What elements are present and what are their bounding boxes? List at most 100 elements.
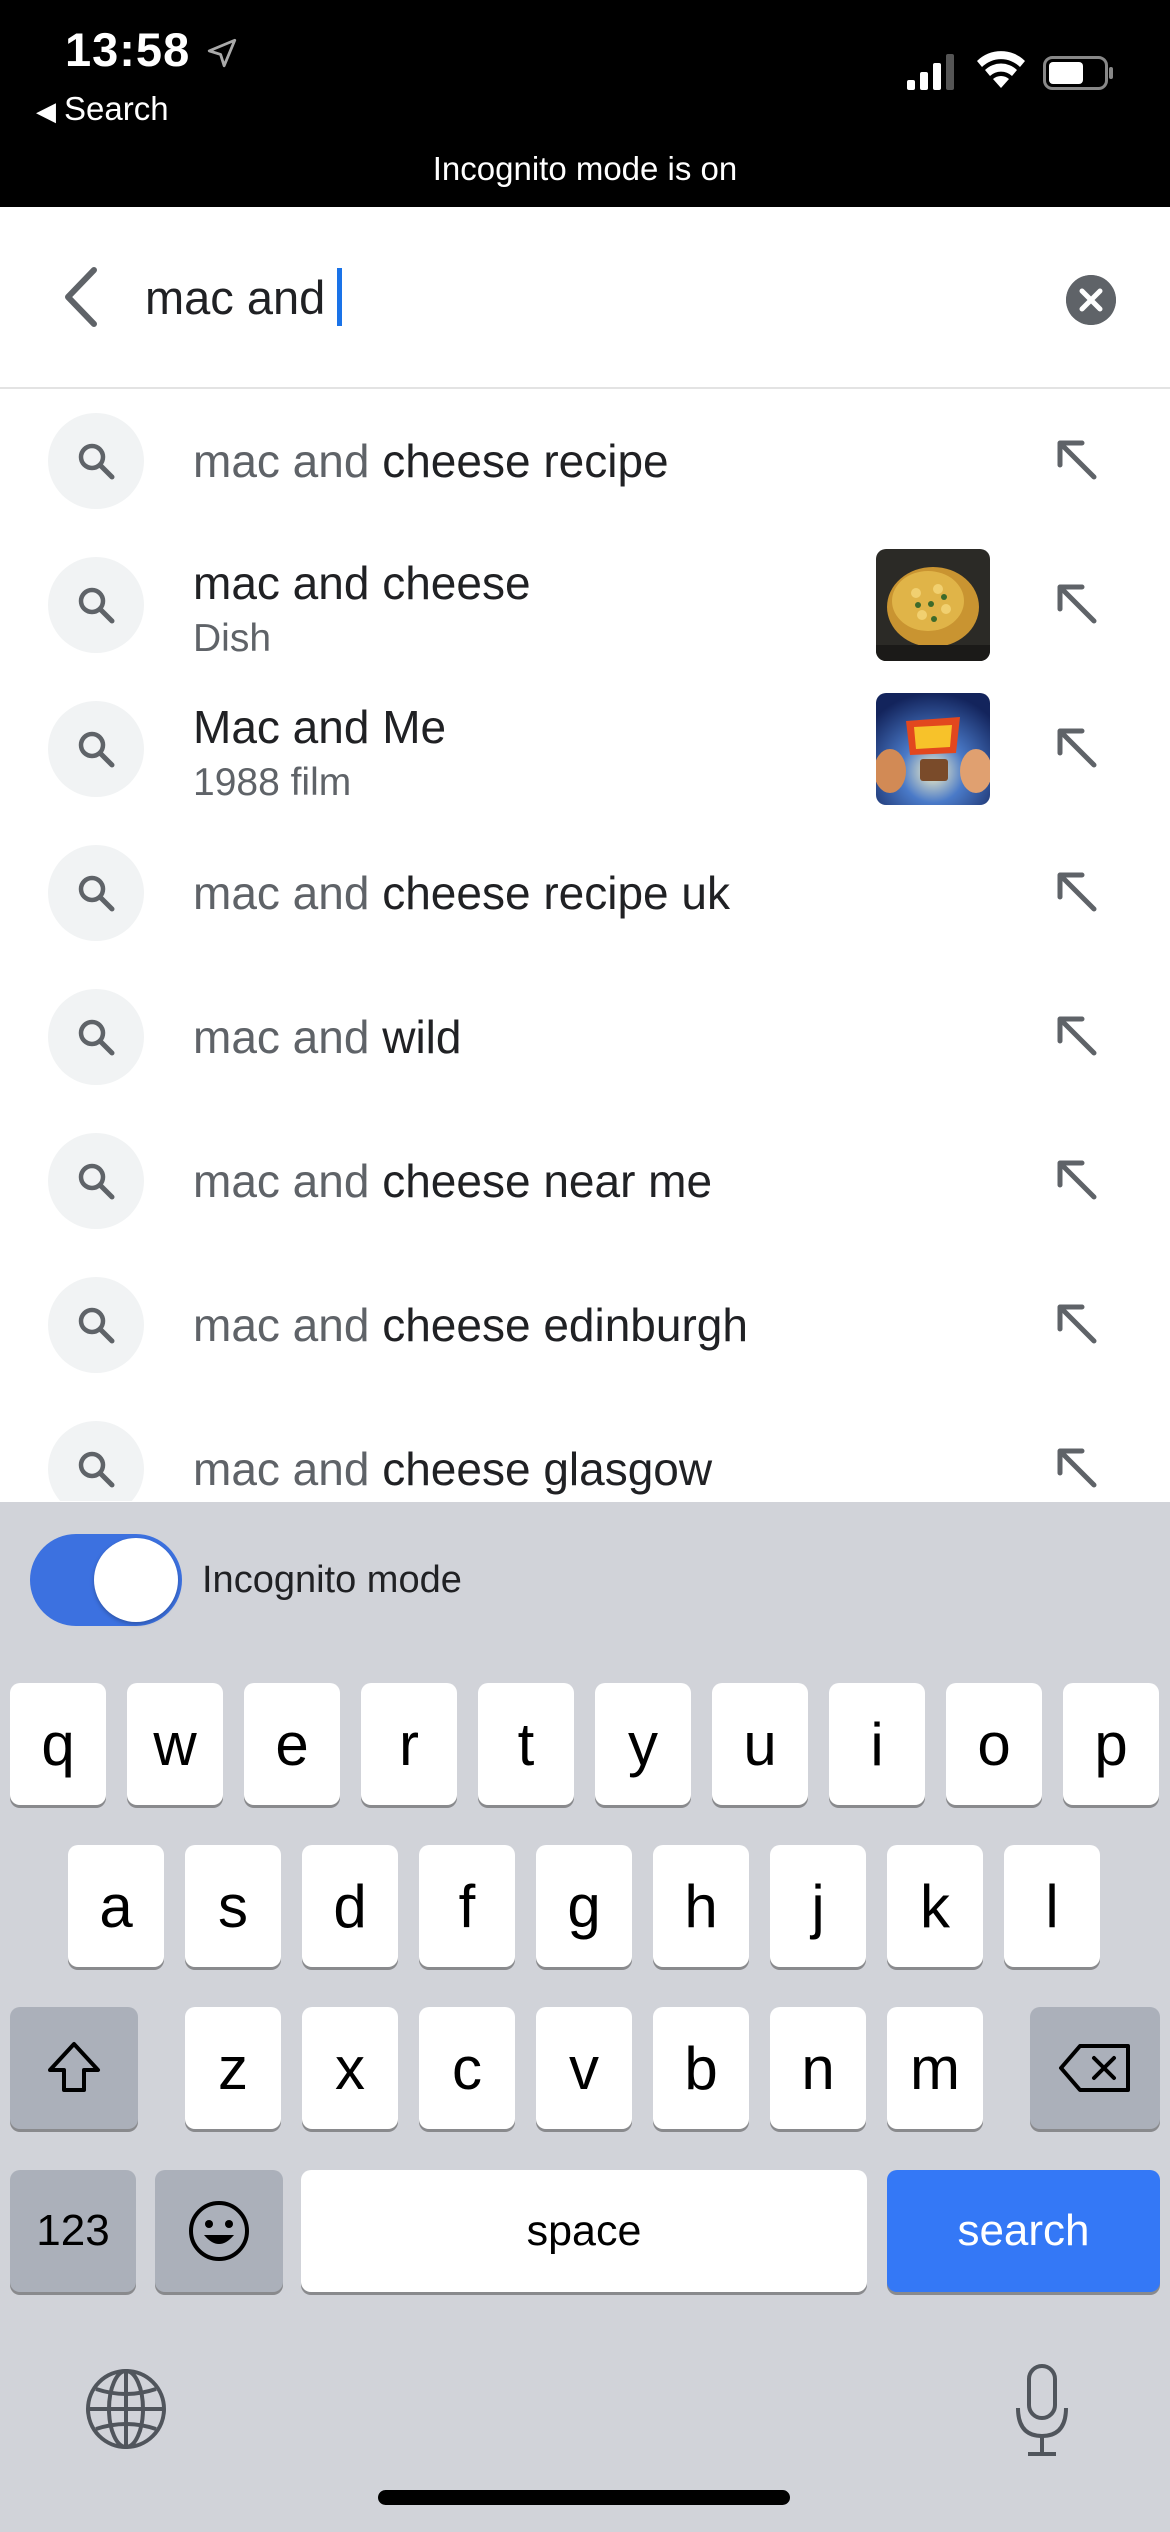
key-y[interactable]: y bbox=[595, 1683, 691, 1805]
key-c[interactable]: c bbox=[419, 2007, 515, 2129]
fill-query-arrow-icon[interactable] bbox=[1052, 867, 1102, 917]
fill-query-arrow-icon[interactable] bbox=[1052, 1011, 1102, 1061]
mac-and-cheese-thumbnail bbox=[876, 549, 990, 661]
suggestion-prefix: mac and bbox=[193, 1011, 370, 1063]
suggestion-item[interactable]: mac and cheese edinburgh bbox=[0, 1253, 1170, 1397]
search-key[interactable]: search bbox=[887, 2170, 1160, 2292]
fill-query-arrow-icon[interactable] bbox=[1052, 1155, 1102, 1205]
suggestion-subtitle: Dish bbox=[193, 617, 272, 660]
key-b[interactable]: b bbox=[653, 2007, 749, 2129]
back-triangle-icon: ◀ bbox=[36, 96, 56, 126]
suggestion-prefix: mac and bbox=[193, 867, 370, 919]
incognito-toggle-row: Incognito mode bbox=[30, 1534, 462, 1626]
key-l[interactable]: l bbox=[1004, 1845, 1100, 1967]
shift-arrow-icon bbox=[48, 2042, 100, 2092]
key-m[interactable]: m bbox=[887, 2007, 983, 2129]
key-g[interactable]: g bbox=[536, 1845, 632, 1967]
suggestion-prefix: mac and bbox=[193, 1299, 370, 1351]
key-i[interactable]: i bbox=[829, 1683, 925, 1805]
search-query: mac and bbox=[145, 270, 326, 324]
key-n[interactable]: n bbox=[770, 2007, 866, 2129]
key-t[interactable]: t bbox=[478, 1683, 574, 1805]
suggestion-item[interactable]: mac and wild bbox=[0, 965, 1170, 1109]
suggestion-text: mac and cheese glasgow bbox=[193, 1397, 712, 1501]
chevron-left-icon[interactable] bbox=[50, 262, 120, 332]
suggestion-item[interactable]: mac and cheese recipe uk bbox=[0, 821, 1170, 965]
incognito-toggle-label: Incognito mode bbox=[202, 1558, 462, 1601]
clear-circle-icon[interactable] bbox=[1066, 275, 1116, 325]
fill-query-arrow-icon[interactable] bbox=[1052, 1443, 1102, 1493]
search-icon bbox=[48, 1277, 144, 1373]
suggestion-item[interactable]: mac and cheese recipe bbox=[0, 389, 1170, 533]
suggestion-completion: cheese recipe uk bbox=[369, 867, 730, 919]
suggestion-prefix: mac and bbox=[193, 1443, 370, 1495]
status-time: 13:58 bbox=[65, 23, 191, 76]
key-u[interactable]: u bbox=[712, 1683, 808, 1805]
key-x[interactable]: x bbox=[302, 2007, 398, 2129]
suggestion-completion: cheese glasgow bbox=[369, 1443, 713, 1495]
fill-query-arrow-icon[interactable] bbox=[1052, 1299, 1102, 1349]
suggestion-text: mac and cheese recipe uk bbox=[193, 821, 730, 965]
status-bar: 13:58 ◀ Search Incognito mode is on bbox=[0, 0, 1170, 207]
mac-and-me-poster-thumbnail bbox=[876, 693, 990, 805]
emoji-icon bbox=[189, 2201, 249, 2261]
suggestion-list: mac and cheese recipe mac and cheese Dis… bbox=[0, 389, 1170, 1501]
search-input[interactable]: mac and bbox=[145, 265, 343, 329]
search-icon bbox=[48, 1421, 144, 1501]
key-o[interactable]: o bbox=[946, 1683, 1042, 1805]
back-to-search-link[interactable]: ◀ Search bbox=[36, 90, 169, 128]
suggestion-text: mac and wild bbox=[193, 965, 461, 1109]
suggestion-item[interactable]: mac and cheese glasgow bbox=[0, 1397, 1170, 1501]
key-j[interactable]: j bbox=[770, 1845, 866, 1967]
key-r[interactable]: r bbox=[361, 1683, 457, 1805]
suggestion-item[interactable]: Mac and Me 1988 film bbox=[0, 677, 1170, 821]
key-k[interactable]: k bbox=[887, 1845, 983, 1967]
suggestion-title: Mac and Me bbox=[193, 701, 447, 753]
suggestion-completion: wild bbox=[369, 1011, 462, 1063]
suggestion-completion: cheese edinburgh bbox=[369, 1299, 748, 1351]
emoji-key[interactable] bbox=[155, 2170, 283, 2292]
numbers-key[interactable]: 123 bbox=[10, 2170, 136, 2292]
incognito-toggle[interactable] bbox=[30, 1534, 182, 1626]
backspace-icon bbox=[1059, 2044, 1130, 2092]
key-d[interactable]: d bbox=[302, 1845, 398, 1967]
key-e[interactable]: e bbox=[244, 1683, 340, 1805]
key-q[interactable]: q bbox=[10, 1683, 106, 1805]
shift-key[interactable] bbox=[10, 2007, 138, 2129]
fill-query-arrow-icon[interactable] bbox=[1052, 723, 1102, 773]
cellular-signal-icon bbox=[907, 54, 954, 90]
suggestion-item[interactable]: mac and cheese near me bbox=[0, 1109, 1170, 1253]
suggestion-prefix: mac and bbox=[193, 1155, 370, 1207]
back-to-search-label: Search bbox=[64, 90, 169, 127]
home-indicator[interactable] bbox=[378, 2490, 790, 2505]
search-icon bbox=[48, 413, 144, 509]
space-key[interactable]: space bbox=[301, 2170, 867, 2292]
search-header: mac and bbox=[0, 207, 1170, 389]
fill-query-arrow-icon[interactable] bbox=[1052, 435, 1102, 485]
suggestion-prefix: mac and bbox=[193, 435, 370, 487]
search-icon bbox=[48, 845, 144, 941]
globe-icon[interactable] bbox=[82, 2365, 170, 2453]
delete-key[interactable] bbox=[1030, 2007, 1160, 2129]
suggestion-text: mac and cheese Dish bbox=[193, 555, 531, 667]
key-p[interactable]: p bbox=[1063, 1683, 1159, 1805]
key-v[interactable]: v bbox=[536, 2007, 632, 2129]
search-icon bbox=[48, 701, 144, 797]
key-z[interactable]: z bbox=[185, 2007, 281, 2129]
key-f[interactable]: f bbox=[419, 1845, 515, 1967]
toggle-knob bbox=[94, 1538, 178, 1622]
fill-query-arrow-icon[interactable] bbox=[1052, 579, 1102, 629]
suggestion-item[interactable]: mac and cheese Dish bbox=[0, 533, 1170, 677]
location-arrow-icon bbox=[207, 38, 237, 68]
suggestion-title: mac and cheese bbox=[193, 557, 531, 609]
suggestion-completion: cheese near me bbox=[369, 1155, 713, 1207]
suggestion-text: Mac and Me 1988 film bbox=[193, 699, 446, 811]
battery-icon bbox=[1043, 56, 1113, 90]
microphone-icon[interactable] bbox=[1010, 2362, 1074, 2462]
suggestion-text: mac and cheese edinburgh bbox=[193, 1253, 748, 1397]
key-h[interactable]: h bbox=[653, 1845, 749, 1967]
key-s[interactable]: s bbox=[185, 1845, 281, 1967]
suggestion-completion: cheese recipe bbox=[369, 435, 669, 487]
key-w[interactable]: w bbox=[127, 1683, 223, 1805]
key-a[interactable]: a bbox=[68, 1845, 164, 1967]
